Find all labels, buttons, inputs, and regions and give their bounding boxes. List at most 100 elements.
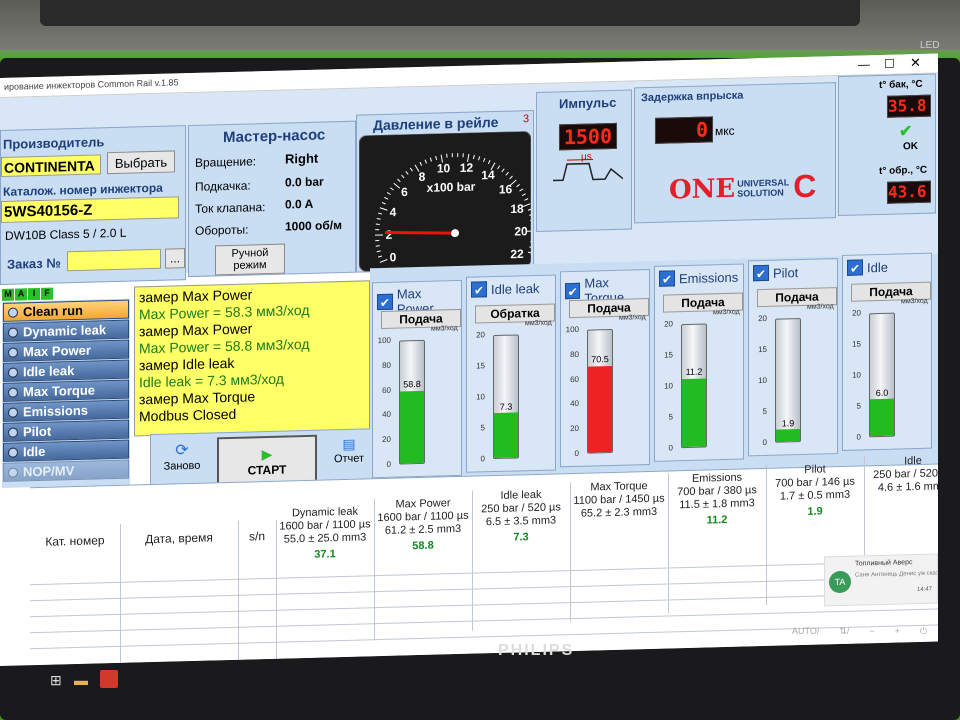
sequence-item-emissions[interactable]: Emissions [3,399,129,422]
pressure-corner: 3 [523,113,530,126]
gauge-tick-label: 0 [390,250,397,264]
tank-temp-display: 35.8 [887,94,931,118]
rotation-value: Right [285,150,319,167]
app-window: ирование инжекторов Common Rail v.1.85 —… [0,53,938,666]
check-icon[interactable]: ✔ [377,293,393,311]
tube-scale-label: 5 [762,406,767,417]
sequence-item-idle[interactable]: Idle [3,439,129,462]
led-label: LED [920,40,940,51]
tube-name: Idle [867,259,888,275]
notification-title: Топливный Аверс [855,559,913,568]
check-icon[interactable]: ✔ [471,281,487,298]
item-dot-icon [8,407,18,418]
sequence-item-clean-run[interactable]: Clean run [3,299,129,322]
flow-tube: 7.3 [493,334,519,460]
sequence-item-label: Max Power [23,342,91,360]
tube-header[interactable]: ✔ Idle [847,259,888,276]
table-result: 1.9 [807,505,823,518]
pressure-title: Давление в рейле [373,113,499,134]
tube-fill [682,378,706,448]
sequence-item-idle-leak[interactable]: Idle leak [3,359,129,382]
check-icon[interactable]: ✔ [659,270,675,287]
tube-scale-label: 15 [852,339,861,349]
input-button[interactable]: ⇅/ [839,626,849,637]
sequence-item-label: Dynamic leak [23,322,107,340]
tube-column: ✔ Emissions Подача мм3/ход 20 15 10 5 0 11.2 [654,263,744,462]
maif-indicators: M A I F [2,287,53,301]
tube-unit: мм3/ход [713,308,740,317]
power-button[interactable]: ⏻ [920,626,927,637]
rpm-value: 1000 об/м [285,218,342,234]
pressure-panel: Давление в рейле 3 0 2 4 6 8 10 12 14 16 18 20 22 x… [356,110,534,273]
order-more-button[interactable]: ... [165,248,185,269]
tube-scale-label: 0 [856,432,861,442]
catalog-field[interactable]: 5WS40156-Z [1,196,179,223]
pressure-gauge: 0 2 468 10 12 14 16 18 20 22 x100 bar [359,131,531,272]
tube-scale-label: 20 [382,434,391,445]
logo-c-icon: C [793,167,817,205]
minimize-icon[interactable]: — [858,57,870,71]
tube-value: 7.3 [499,401,513,412]
return-temp-label: t° обр., °C [879,164,928,177]
sequence-item-pilot[interactable]: Pilot [3,419,129,442]
order-field[interactable] [67,248,161,272]
tank-temp-label: t° бак, °C [879,78,923,91]
report-button[interactable]: ▤ Отчет [327,435,371,484]
tube-scale-label: 10 [476,392,485,402]
item-dot-icon [8,327,18,338]
tube-unit: мм3/ход [619,314,646,322]
impulse-title: Импульс [559,94,617,112]
table-result: 58.8 [412,539,434,553]
sequence-item-label: Idle leak [23,363,75,380]
tube-unit: мм3/ход [525,319,552,328]
tube-column: ✔ Max Power Подача мм3/ход 100 80 60 40 20 0 58… [372,279,462,479]
table-header-nominal: 4.6 ± 1.6 mm3 [877,480,938,495]
start-menu-icon[interactable]: ⊞ [50,672,62,689]
tube-fill [588,365,612,453]
check-icon[interactable]: ✔ [847,259,863,276]
notification-toast[interactable]: TA Топливный Аверс Саня Антонець Денис у… [824,553,938,607]
explorer-icon[interactable]: ▬ [74,672,88,688]
table-header-nominal: 1.7 ± 0.5 mm3 [779,488,851,503]
manual-mode-button[interactable]: Ручной режим [215,243,285,276]
injector-spec: DW10B Class 5 / 2.0 L [5,225,127,243]
table-row[interactable] [30,560,938,586]
select-manufacturer-button[interactable]: Выбрать [107,150,175,175]
tube-name: Idle leak [491,280,540,297]
tube-header[interactable]: ✔ Pilot [753,264,798,282]
tube-scale-label: 20 [758,313,767,324]
tube-header[interactable]: ✔ Emissions [659,269,738,287]
app-taskbar-icon[interactable] [100,670,118,688]
manufacturer-field[interactable]: CONTINENTA [1,154,101,177]
maximize-icon[interactable]: ☐ [884,57,895,71]
check-icon[interactable]: ✔ [753,264,769,282]
report-label: Отчет [333,452,365,466]
sequence-item-nop-mv: NOP/MV [3,459,129,482]
tube-scale-label: 100 [377,335,391,346]
tube-value: 6.0 [875,387,889,398]
check-icon[interactable]: ✔ [565,282,581,300]
auto-button[interactable]: AUTO/ [792,626,819,637]
feed-value: 0.0 bar [285,174,324,190]
sequence-item-dynamic-leak[interactable]: Dynamic leak [3,319,129,342]
gauge-tick-mark [375,245,380,247]
master-pump-title: Мастер-насос [223,126,326,147]
gauge-tick-label: 6 [401,185,408,199]
tube-scale-label: 5 [856,401,861,411]
tube-value: 11.2 [685,366,703,377]
restart-button[interactable]: ⟳ Заново [157,440,207,489]
table-header-fixed: Дата, время [145,530,213,547]
delay-display: 0 [655,116,713,144]
sequence-item-max-power[interactable]: Max Power [3,339,129,362]
photo-scene: LED ирование инжекторов Common Rail v.1.… [0,0,960,720]
plus-button[interactable]: + [895,626,900,637]
sequence-item-max-torque[interactable]: Max Torque [3,379,129,402]
table-header-fixed: Кат. номер [45,533,105,549]
close-icon[interactable]: ✕ [910,55,921,71]
tube-header[interactable]: ✔ Idle leak [471,280,539,298]
valve-current-value: 0.0 A [285,196,314,212]
sequence-item-label: Pilot [23,423,52,440]
minus-button[interactable]: − [869,626,874,637]
flow-tube: 6.0 [869,312,895,438]
maif-f: F [41,287,53,300]
